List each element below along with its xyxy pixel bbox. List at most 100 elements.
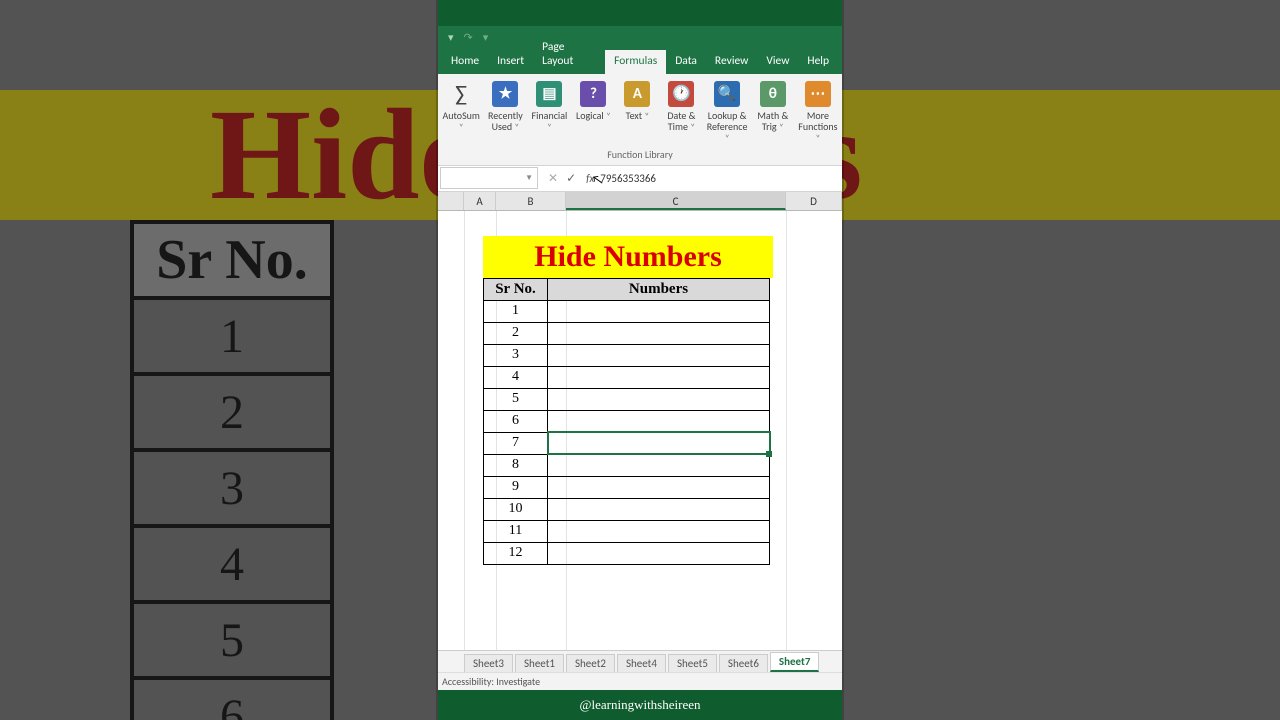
ribbon-btn-text[interactable]: AText ˅ bbox=[616, 78, 658, 124]
ribbon-tab-help[interactable]: Help bbox=[798, 50, 838, 74]
table-row: 3 bbox=[484, 344, 770, 366]
cell-number[interactable] bbox=[548, 542, 770, 564]
cell-srno[interactable]: 3 bbox=[484, 344, 548, 366]
ribbon-tab-page-layout[interactable]: Page Layout bbox=[533, 36, 605, 74]
sheet-tab-sheet1[interactable]: Sheet1 bbox=[515, 654, 564, 672]
ribbon-btn-math-trig[interactable]: θMath &Trig ˅ bbox=[752, 78, 794, 135]
sheet-tab-sheet5[interactable]: Sheet5 bbox=[668, 654, 717, 672]
col-header-D[interactable]: D bbox=[786, 192, 842, 210]
col-header-A[interactable]: A bbox=[464, 192, 496, 210]
cell-srno[interactable]: 8 bbox=[484, 454, 548, 476]
cancel-icon[interactable]: ✕ bbox=[548, 171, 558, 186]
ribbon-btn-label: Math &Trig ˅ bbox=[757, 110, 788, 133]
ribbon-btn-more-functions[interactable]: ⋯MoreFunctions ˅ bbox=[796, 78, 840, 146]
sheet-tab-sheet3[interactable]: Sheet3 bbox=[464, 654, 513, 672]
name-box-dropdown-icon[interactable]: ▼ bbox=[525, 173, 533, 183]
cell-number[interactable] bbox=[548, 498, 770, 520]
worksheet-grid[interactable]: Hide Numbers Sr No. Numbers 123456789101… bbox=[438, 211, 842, 650]
formula-bar-controls: ✕ ✓ bbox=[542, 171, 582, 186]
excel-app: ▾ ↷ ▾ HomeInsertPage LayoutFormulasDataR… bbox=[438, 26, 842, 690]
video-top-bar bbox=[438, 0, 842, 26]
bg-cell: 6 bbox=[132, 678, 332, 720]
ribbon-btn-label: Lookup &Reference ˅ bbox=[705, 110, 748, 144]
col-header-B[interactable]: B bbox=[496, 192, 566, 210]
status-bar: Accessibility: Investigate bbox=[438, 672, 842, 690]
ribbon-btn-label: Date &Time ˅ bbox=[667, 110, 695, 133]
cell-srno[interactable]: 10 bbox=[484, 498, 548, 520]
ribbon-tab-insert[interactable]: Insert bbox=[488, 50, 533, 74]
col-header-C[interactable]: C bbox=[566, 192, 786, 210]
formula-value-text: 7956353366 bbox=[600, 172, 656, 185]
table-row: 6 bbox=[484, 410, 770, 432]
ribbon-formulas: ∑AutoSum ˅★RecentlyUsed ˅▤Financial ˅? Lo… bbox=[438, 74, 842, 166]
cell-srno[interactable]: 9 bbox=[484, 476, 548, 498]
bg-cell: 3 bbox=[132, 450, 332, 526]
ribbon-tab-strip: HomeInsertPage LayoutFormulasDataReviewV… bbox=[438, 48, 842, 74]
more-functions-icon: ⋯ bbox=[804, 80, 832, 108]
formula-input[interactable]: ↖ 7956353366 bbox=[598, 172, 842, 185]
ribbon-tab-home[interactable]: Home bbox=[442, 50, 488, 74]
mobile-viewport: ▾ ↷ ▾ HomeInsertPage LayoutFormulasDataR… bbox=[438, 0, 842, 720]
undo-icon[interactable]: ↷ bbox=[464, 31, 473, 44]
cell-number[interactable] bbox=[548, 366, 770, 388]
ribbon-btn-financial[interactable]: ▤Financial ˅ bbox=[528, 78, 570, 135]
ribbon-btn-label: Logical ˅ bbox=[576, 110, 611, 122]
table-row: 7 bbox=[484, 432, 770, 454]
ribbon-btn-recently-used[interactable]: ★RecentlyUsed ˅ bbox=[484, 78, 526, 135]
ribbon-btn-autosum[interactable]: ∑AutoSum ˅ bbox=[440, 78, 482, 135]
ribbon-btn-logical[interactable]: ? Logical ˅ bbox=[572, 78, 614, 124]
cell-srno[interactable]: 7 bbox=[484, 432, 548, 454]
table-row: 1 bbox=[484, 300, 770, 322]
logical-icon: ? bbox=[579, 80, 607, 108]
cell-srno[interactable]: 4 bbox=[484, 366, 548, 388]
cell-number[interactable] bbox=[548, 344, 770, 366]
sheet-tab-bar: Sheet3Sheet1Sheet2Sheet4Sheet5Sheet6Shee… bbox=[438, 650, 842, 672]
qat-dropdown-icon[interactable]: ▾ bbox=[448, 31, 454, 44]
cell-number[interactable] bbox=[548, 432, 770, 454]
math-trig-icon: θ bbox=[759, 80, 787, 108]
cell-number[interactable] bbox=[548, 520, 770, 542]
table-row: 12 bbox=[484, 542, 770, 564]
cell-srno[interactable]: 11 bbox=[484, 520, 548, 542]
sheet-tab-sheet7[interactable]: Sheet7 bbox=[770, 652, 820, 672]
text-icon: A bbox=[623, 80, 651, 108]
sheet-tab-sheet2[interactable]: Sheet2 bbox=[566, 654, 615, 672]
ribbon-btn-lookup-reference[interactable]: 🔍Lookup &Reference ˅ bbox=[704, 78, 749, 146]
sheet-tab-sheet6[interactable]: Sheet6 bbox=[719, 654, 768, 672]
select-all-corner[interactable] bbox=[438, 192, 464, 210]
cell-number[interactable] bbox=[548, 454, 770, 476]
qat-more-icon[interactable]: ▾ bbox=[483, 31, 489, 44]
name-box[interactable]: ▼ bbox=[440, 167, 538, 189]
ribbon-tab-data[interactable]: Data bbox=[666, 50, 706, 74]
cell-number[interactable] bbox=[548, 476, 770, 498]
cell-srno[interactable]: 1 bbox=[484, 300, 548, 322]
credit-footer: @learningwithsheireen bbox=[438, 690, 842, 720]
header-numbers: Numbers bbox=[548, 278, 770, 300]
bg-header-sr: Sr No. bbox=[132, 222, 332, 298]
date-time-icon: 🕐 bbox=[667, 80, 695, 108]
enter-icon[interactable]: ✓ bbox=[566, 171, 576, 186]
ribbon-btn-label: Financial ˅ bbox=[529, 110, 569, 133]
table-row: 5 bbox=[484, 388, 770, 410]
bg-cell: 4 bbox=[132, 526, 332, 602]
sheet-tab-sheet4[interactable]: Sheet4 bbox=[617, 654, 666, 672]
cell-number[interactable] bbox=[548, 410, 770, 432]
table-row: 8 bbox=[484, 454, 770, 476]
cell-number[interactable] bbox=[548, 322, 770, 344]
cell-number[interactable] bbox=[548, 300, 770, 322]
ribbon-btn-label: AutoSum ˅ bbox=[441, 110, 481, 133]
cell-srno[interactable]: 12 bbox=[484, 542, 548, 564]
ribbon-btn-date-time[interactable]: 🕐Date &Time ˅ bbox=[660, 78, 702, 135]
cell-number[interactable] bbox=[548, 388, 770, 410]
ribbon-tab-formulas[interactable]: Formulas bbox=[605, 50, 666, 74]
cell-srno[interactable]: 5 bbox=[484, 388, 548, 410]
accessibility-status[interactable]: Accessibility: Investigate bbox=[442, 675, 540, 688]
recently-used-icon: ★ bbox=[491, 80, 519, 108]
quick-access-toolbar: ▾ ↷ ▾ bbox=[438, 26, 842, 48]
ribbon-tab-view[interactable]: View bbox=[757, 50, 798, 74]
gridline bbox=[464, 211, 465, 650]
cell-srno[interactable]: 2 bbox=[484, 322, 548, 344]
formula-bar: ▼ ✕ ✓ fx ↖ 7956353366 bbox=[438, 166, 842, 192]
cell-srno[interactable]: 6 bbox=[484, 410, 548, 432]
ribbon-tab-review[interactable]: Review bbox=[706, 50, 757, 74]
